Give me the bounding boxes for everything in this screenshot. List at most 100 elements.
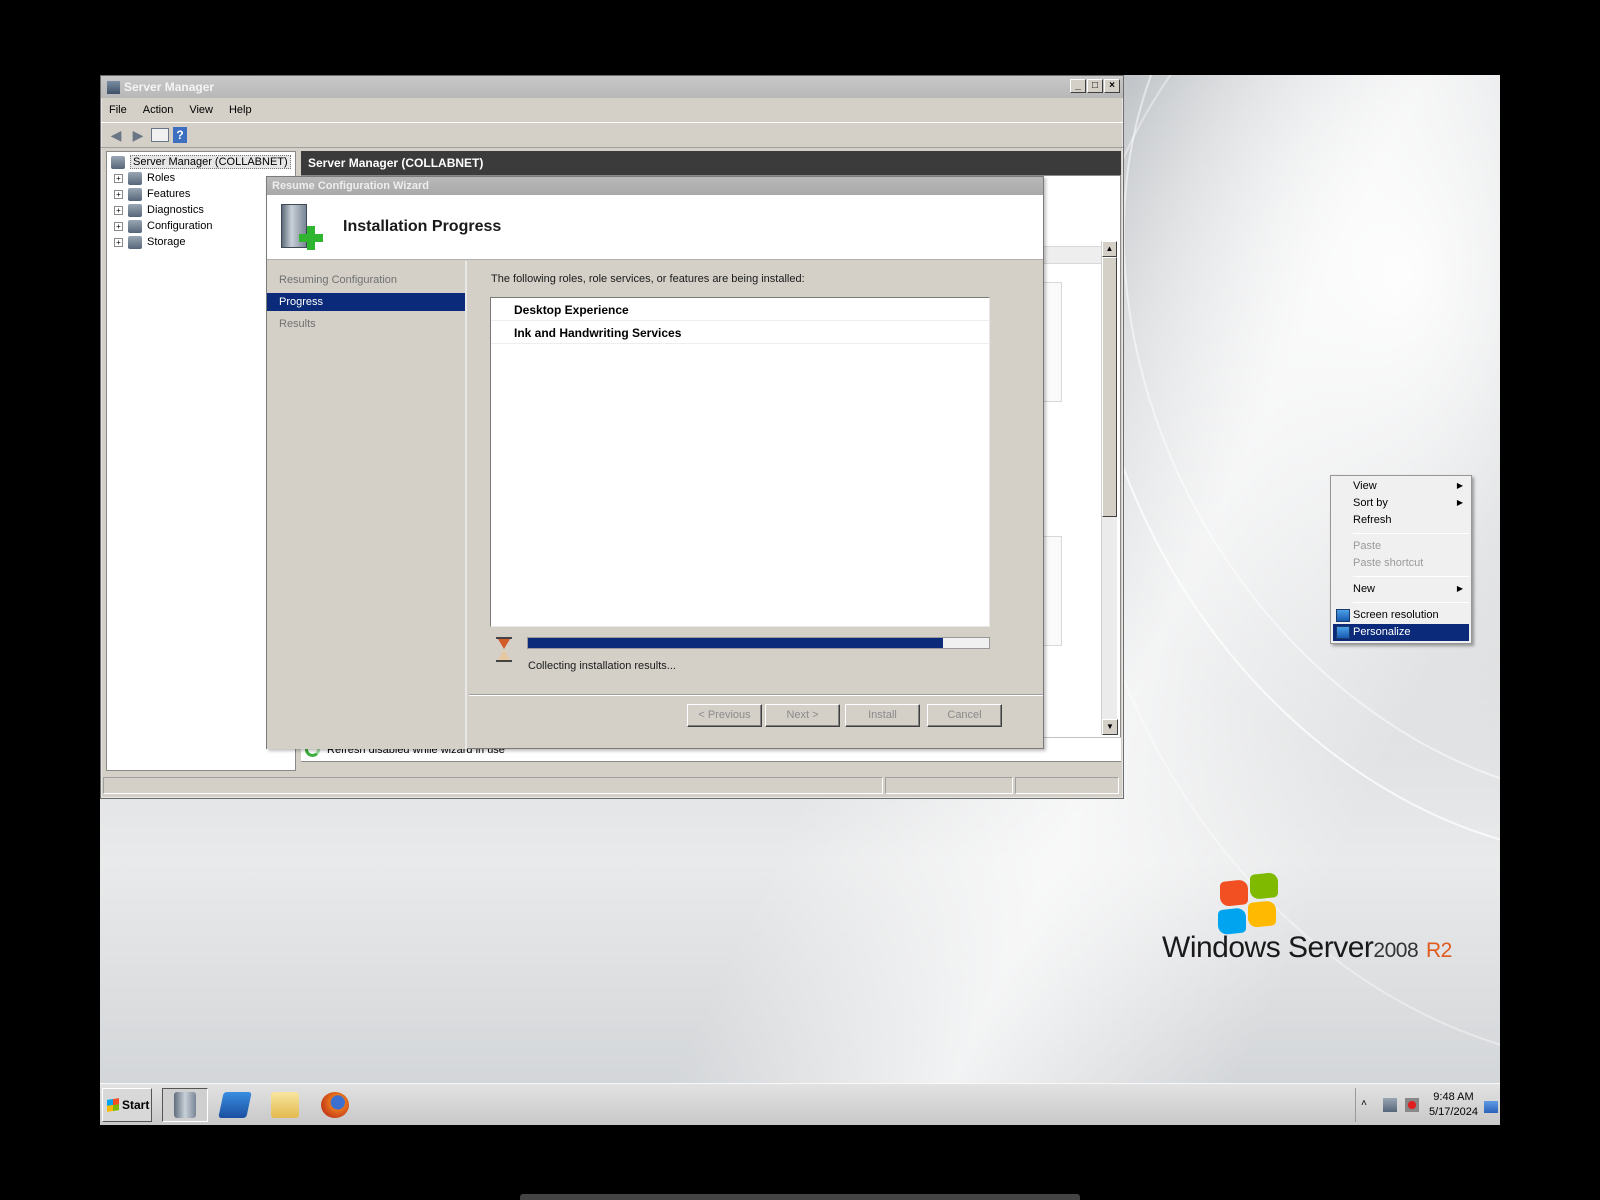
menu-separator [1353,533,1469,534]
explorer-folder-icon [271,1092,299,1118]
network-icon[interactable] [1383,1098,1397,1112]
toolbar: ◀ ▶ ? [101,122,1123,148]
server-manager-icon [174,1092,196,1118]
progress-fill [528,638,943,648]
windows-server-branding: Windows Server2008 R2 [1162,931,1452,964]
menu-view[interactable]: View [189,104,213,116]
step-progress: Progress [267,293,465,311]
wizard-steps: Resuming Configuration Progress Results [267,261,467,749]
menu-action[interactable]: Action [143,104,174,116]
scroll-up-icon[interactable]: ▲ [1102,241,1117,257]
expand-icon[interactable]: + [114,173,123,183]
taskbar-server-manager[interactable] [162,1088,208,1122]
vertical-scrollbar[interactable]: ▲ ▼ [1101,241,1118,735]
step-results: Results [279,318,316,330]
taskbar: Start ˄ 9:48 AM 5/17/2024 [100,1083,1500,1125]
server-manager-window[interactable]: Server Manager _ □ × File Action View He… [100,75,1124,799]
step-resuming-configuration: Resuming Configuration [279,274,398,286]
resume-configuration-wizard[interactable]: Resume Configuration Wizard Installation… [266,176,1044,749]
scroll-down-icon[interactable]: ▼ [1102,719,1118,735]
status-bar [103,777,1121,797]
features-icon [128,187,142,201]
start-button[interactable]: Start [102,1088,152,1122]
submenu-arrow-icon: ▶ [1456,481,1463,490]
volume-muted-icon[interactable] [1405,1098,1419,1112]
menu-separator [1353,576,1469,577]
wizard-heading: Installation Progress [343,218,502,235]
taskbar-firefox[interactable] [312,1088,358,1122]
next-button[interactable]: Next > [765,704,840,727]
menu-item-paste[interactable]: Paste [1333,538,1469,555]
server-manager-icon [107,80,120,94]
notification-area: ˄ 9:48 AM 5/17/2024 [1355,1088,1500,1122]
menu-bar: File Action View Help [101,98,1123,122]
desktop[interactable]: Server Manager _ □ × File Action View He… [100,75,1500,1125]
menu-help[interactable]: Help [229,104,252,116]
back-arrow-icon[interactable]: ◀ [107,126,125,144]
clock[interactable]: 9:48 AM 5/17/2024 [1429,1090,1478,1120]
menu-item-paste-shortcut[interactable]: Paste shortcut [1333,555,1469,572]
minimize-button[interactable]: _ [1070,79,1086,93]
screen-bottom-bar [520,1194,1080,1200]
menu-file[interactable]: File [109,104,127,116]
taskbar-powershell[interactable] [212,1088,258,1122]
expand-icon[interactable]: + [114,237,123,247]
submenu-arrow-icon: ▶ [1456,498,1463,507]
expand-icon[interactable]: + [114,205,123,215]
menu-item-personalize[interactable]: Personalize [1333,624,1469,641]
close-button[interactable]: × [1104,79,1120,93]
install-progress-bar [527,637,990,649]
show-hidden-icons-chevron[interactable]: ˄ [1361,1098,1375,1112]
configuration-icon [128,219,142,233]
show-desktop-button[interactable] [1484,1101,1498,1113]
windows-flag-logo [1216,871,1282,939]
window-title: Server Manager [124,80,215,94]
tree-item-root[interactable]: Server Manager (COLLABNET) [109,154,293,170]
menu-item-sort-by[interactable]: Sort by ▶ [1333,495,1469,512]
install-button[interactable]: Install [845,704,920,727]
menu-item-view[interactable]: View ▶ [1333,478,1469,495]
status-bar-pane [103,777,883,794]
details-pane-header: Server Manager (COLLABNET) [301,151,1121,175]
windows-flag-icon [107,1098,119,1112]
expand-icon[interactable]: + [114,221,123,231]
submenu-arrow-icon: ▶ [1456,584,1463,593]
menu-item-refresh[interactable]: Refresh [1333,512,1469,529]
roles-icon [128,171,142,185]
wizard-title-bar[interactable]: Resume Configuration Wizard [267,177,1043,195]
help-icon[interactable]: ? [173,127,187,143]
storage-icon [128,235,142,249]
clock-date: 5/17/2024 [1429,1106,1478,1118]
status-bar-pane [885,777,1013,794]
scroll-thumb[interactable] [1102,257,1117,517]
list-item: Desktop Experience [491,298,989,321]
clock-time: 9:48 AM [1433,1091,1474,1103]
divider [469,694,1043,696]
desktop-context-menu: View ▶ Sort by ▶ Refresh Paste Paste short… [1330,475,1472,644]
show-hide-pane-icon[interactable] [151,128,169,142]
menu-separator [1353,602,1469,603]
maximize-button[interactable]: □ [1087,79,1103,93]
expand-icon[interactable]: + [114,189,123,199]
firefox-icon [321,1092,349,1118]
diagnostics-icon [128,203,142,217]
personalize-icon [1336,626,1350,639]
wizard-header: Installation Progress [267,195,1043,260]
title-bar[interactable]: Server Manager _ □ × [101,76,1123,98]
server-install-icon [279,202,325,252]
cancel-button[interactable]: Cancel [927,704,1002,727]
install-items-list: Desktop Experience Ink and Handwriting S… [490,297,990,627]
powershell-icon [218,1092,252,1118]
status-bar-pane [1015,777,1119,794]
menu-item-new[interactable]: New ▶ [1333,581,1469,598]
monitor-icon [1336,609,1350,622]
hourglass-icon [495,637,513,663]
wizard-description: The following roles, role services, or f… [491,273,805,285]
progress-status-text: Collecting installation results... [528,660,676,672]
previous-button[interactable]: < Previous [687,704,762,727]
server-icon [111,155,125,169]
menu-item-screen-resolution[interactable]: Screen resolution [1333,607,1469,624]
taskbar-explorer[interactable] [262,1088,308,1122]
forward-arrow-icon[interactable]: ▶ [129,126,147,144]
list-item: Ink and Handwriting Services [491,321,989,344]
